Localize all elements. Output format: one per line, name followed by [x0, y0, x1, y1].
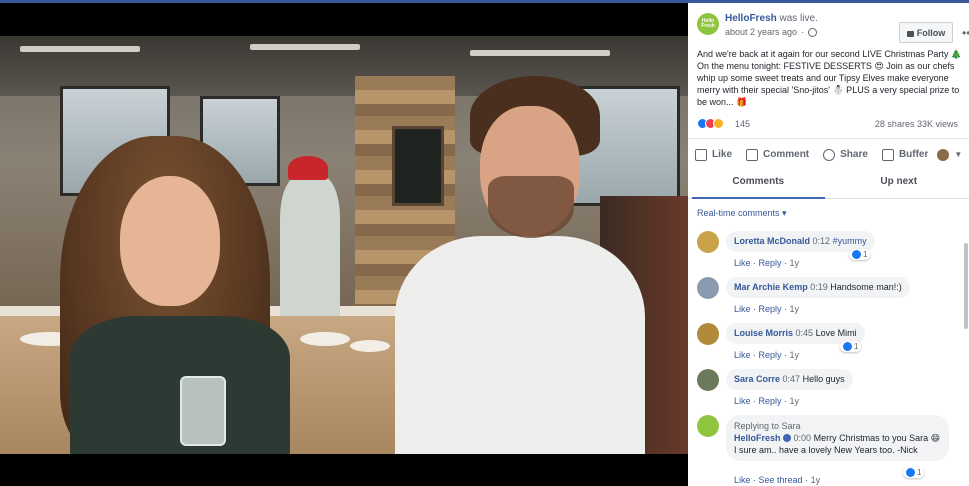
comment-bubble: Sara Corre 0:47 Hello guys: [726, 369, 853, 390]
sidebar-tabs: Comments Up next: [688, 171, 969, 199]
comment-like-link[interactable]: Like: [734, 258, 751, 268]
commenter-name[interactable]: Loretta McDonald: [734, 236, 810, 246]
commenter-name[interactable]: Sara Corre: [734, 374, 780, 384]
post-timestamp[interactable]: about 2 years ago: [725, 27, 797, 37]
buffer-stack-icon: [881, 148, 894, 161]
host-man: [395, 236, 645, 454]
thumbs-up-icon: [695, 148, 707, 161]
comment-video-time[interactable]: 0:19: [810, 282, 828, 292]
comment-bubble: Mar Archie Kemp 0:19 Handsome man!:): [726, 277, 910, 298]
comment-text: Hello guys: [802, 374, 845, 384]
comment-reply-link[interactable]: Reply: [759, 304, 782, 314]
tab-up-next[interactable]: Up next: [829, 171, 969, 198]
share-button[interactable]: Share: [816, 139, 875, 171]
avatar[interactable]: [697, 277, 719, 299]
comment-reply-link[interactable]: Reply: [759, 350, 782, 360]
avatar[interactable]: [697, 323, 719, 345]
comment-like-link[interactable]: Like: [734, 350, 751, 360]
comment-reply-link[interactable]: Reply: [759, 258, 782, 268]
comment-filter-dropdown[interactable]: Real-time comments ▾: [697, 208, 787, 219]
tab-comments[interactable]: Comments: [688, 171, 829, 199]
globe-icon: [808, 27, 818, 37]
hellofresh-logo[interactable]: Hello Fresh: [697, 13, 719, 35]
commenter-name[interactable]: Mar Archie Kemp: [734, 282, 808, 292]
avatar: [937, 148, 950, 161]
cocktail-glass: [180, 376, 226, 446]
comment-text[interactable]: #yummy: [833, 236, 867, 246]
follow-icon: [906, 30, 914, 37]
post-as-selector[interactable]: ▼: [935, 139, 964, 171]
like-reaction-icon: [852, 250, 861, 259]
comments-scrollbar[interactable]: [964, 243, 968, 329]
comment-video-time[interactable]: 0:00: [794, 433, 812, 443]
commenter-name[interactable]: HelloFresh: [734, 433, 781, 443]
verified-badge-icon: [783, 434, 792, 442]
live-video-player[interactable]: [0, 0, 688, 486]
shares-count[interactable]: 28 shares: [875, 119, 915, 129]
comment-text: Handsome man!:): [830, 282, 902, 292]
comment-reaction-count[interactable]: 1: [849, 249, 871, 260]
reaction-count[interactable]: 145: [735, 119, 750, 129]
avatar[interactable]: [697, 369, 719, 391]
comment-text: Love Mimi: [815, 328, 857, 338]
haha-reaction-icon: [713, 118, 724, 129]
live-status: was live.: [779, 13, 818, 24]
video-frame: [0, 36, 688, 454]
avatar[interactable]: [697, 231, 719, 253]
replying-to-label: Replying to Sara: [734, 421, 801, 431]
speech-bubble-icon: [746, 148, 759, 161]
commenter-name[interactable]: Louise Morris: [734, 328, 793, 338]
reaction-icons[interactable]: [697, 118, 724, 129]
chevron-down-icon: ▼: [954, 150, 963, 159]
share-arrow-icon: [823, 148, 836, 161]
post-sidebar: Hello Fresh HelloFresh was live. about 2…: [688, 0, 969, 486]
comment-button[interactable]: Comment: [739, 139, 816, 171]
reactions-bar: 145 28 shares 33K views: [697, 117, 962, 131]
post-header: Hello Fresh HelloFresh was live. about 2…: [697, 13, 969, 43]
reply-bubble: Replying to Sara HelloFresh 0:00 Merry C…: [726, 415, 949, 461]
comment-age[interactable]: 1y: [790, 396, 800, 406]
facebook-live-video-viewer: Hello Fresh HelloFresh was live. about 2…: [0, 0, 969, 486]
comment-age[interactable]: 1y: [790, 350, 800, 360]
comment-reaction-count[interactable]: 1: [840, 341, 862, 352]
post-actions: Like Comment Share Buffer ▼: [688, 138, 969, 170]
views-count: 33K views: [916, 119, 958, 129]
buffer-button[interactable]: Buffer: [875, 139, 935, 171]
comment-video-time[interactable]: 0:45: [796, 328, 814, 338]
see-thread-link[interactable]: See thread: [759, 475, 803, 485]
comment-age[interactable]: 1y: [790, 304, 800, 314]
hellofresh-logo[interactable]: [697, 415, 719, 437]
like-reaction-icon: [843, 342, 852, 351]
like-button[interactable]: Like: [688, 139, 739, 171]
comment-video-time[interactable]: 0:47: [783, 374, 801, 384]
like-reaction-icon: [906, 468, 915, 477]
comment-like-link[interactable]: Like: [734, 304, 751, 314]
comment-like-link[interactable]: Like: [734, 396, 751, 406]
comment-reply-link[interactable]: Reply: [759, 396, 782, 406]
comment-reaction-count[interactable]: 1: [903, 467, 925, 478]
page-name-link[interactable]: HelloFresh: [725, 13, 777, 24]
follow-button[interactable]: Follow: [899, 22, 953, 43]
comment-age[interactable]: 1y: [790, 258, 800, 268]
more-options-icon[interactable]: •••: [962, 26, 969, 40]
comment-age[interactable]: 1y: [811, 475, 821, 485]
comment-video-time[interactable]: 0:12: [813, 236, 831, 246]
post-description: And we're back at it again for our secon…: [697, 49, 963, 107]
comment-like-link[interactable]: Like: [734, 475, 751, 485]
